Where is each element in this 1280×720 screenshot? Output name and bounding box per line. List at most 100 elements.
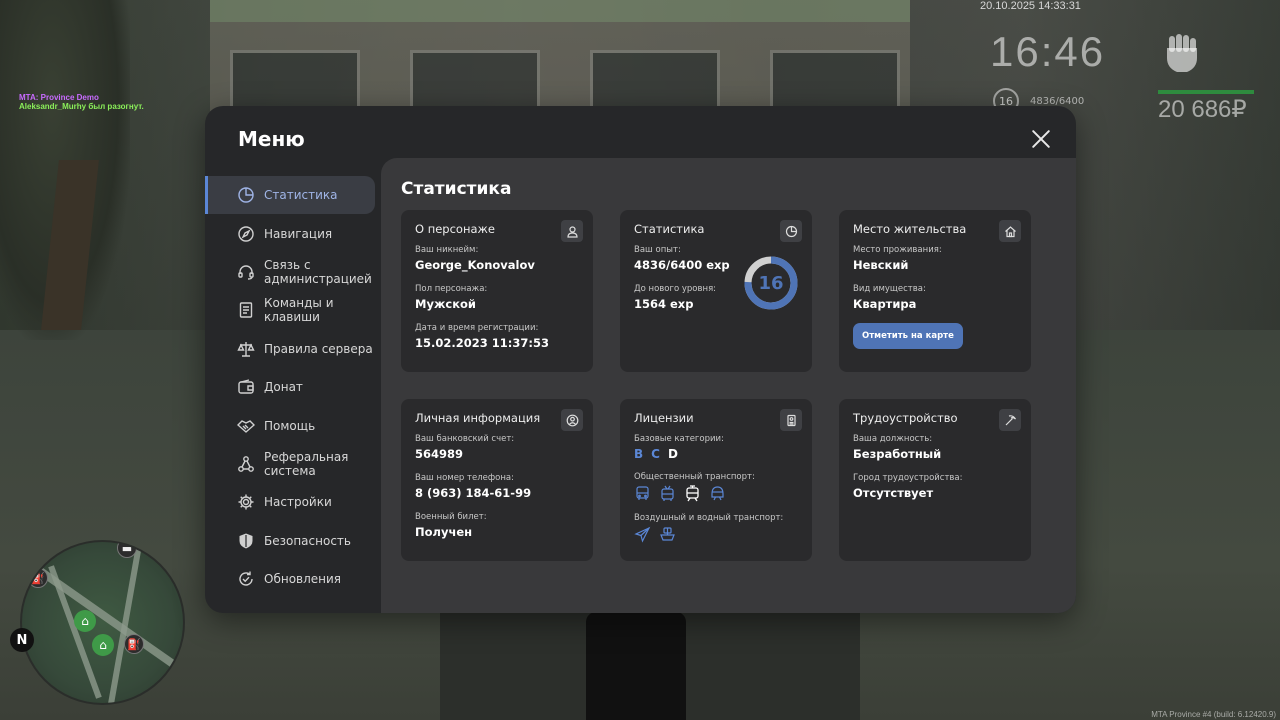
document-icon bbox=[237, 301, 255, 319]
hud-clock: 16:46 bbox=[990, 28, 1106, 75]
hud-datetime: 20.10.2025 14:33:31 bbox=[980, 0, 1081, 12]
background-window bbox=[410, 50, 540, 110]
handshake-icon bbox=[237, 417, 255, 435]
air-water-transport-icons bbox=[634, 526, 798, 543]
sidebar-item-label: Настройки bbox=[264, 495, 332, 510]
chat-line: MTA: Province Demo bbox=[19, 93, 99, 102]
sidebar-item-label: Безопасность bbox=[264, 533, 351, 548]
background-window bbox=[590, 50, 720, 110]
public-transport-label: Общественный транспорт: bbox=[634, 472, 755, 482]
sidebar-item-help[interactable]: Помощь bbox=[205, 406, 381, 444]
sidebar-item-donate[interactable]: Донат bbox=[205, 368, 381, 406]
headset-icon bbox=[237, 263, 255, 281]
background-window bbox=[770, 50, 900, 110]
card-title: Трудоустройство bbox=[853, 411, 958, 425]
property-label: Вид имущества: bbox=[853, 284, 926, 294]
house-icon bbox=[999, 220, 1021, 242]
phone-value: 8 (963) 184-61-99 bbox=[415, 486, 532, 500]
position-label: Ваша должность: bbox=[853, 434, 933, 444]
position-value: Безработный bbox=[853, 447, 942, 461]
fuel-icon: ⛽ bbox=[28, 568, 48, 588]
gear-icon bbox=[237, 493, 255, 511]
build-info: MTA Province #4 (build: 6.12420.9) bbox=[1151, 710, 1276, 719]
employment-city-value: Отсутствует bbox=[853, 486, 934, 500]
sidebar-item-label: Статистика bbox=[264, 188, 338, 203]
bank-account-label: Ваш банковский счет: bbox=[415, 434, 515, 444]
card-title: Личная информация bbox=[415, 411, 541, 425]
minimap-road bbox=[48, 565, 102, 699]
refresh-check-icon bbox=[237, 570, 255, 588]
license-category-d: D bbox=[667, 447, 678, 461]
wallet-icon bbox=[237, 378, 255, 396]
card-residence: Место жительства Место проживания: Невск… bbox=[839, 210, 1031, 372]
exp-label: Ваш опыт: bbox=[634, 245, 681, 255]
sidebar-item-label: Донат bbox=[264, 380, 303, 395]
military-id-value: Получен bbox=[415, 525, 473, 539]
sidebar-item-statistics[interactable]: Статистика bbox=[205, 176, 375, 215]
fuel-icon: ⛽ bbox=[124, 634, 144, 654]
pie-chart-icon bbox=[237, 186, 255, 204]
sidebar-item-label: Навигация bbox=[264, 226, 333, 241]
bank-account-value: 564989 bbox=[415, 447, 464, 461]
sidebar-item-label: Команды и клавиши bbox=[264, 296, 334, 325]
card-title: Статистика bbox=[634, 222, 705, 236]
content-title: Статистика bbox=[401, 179, 512, 199]
house-icon: ⌂ bbox=[92, 634, 114, 656]
registration-label: Дата и время регистрации: bbox=[415, 323, 539, 333]
phone-label: Ваш номер телефона: bbox=[415, 473, 514, 483]
sidebar-item-admin-contact[interactable]: Связь с администрацией bbox=[205, 253, 381, 291]
pie-chart-icon bbox=[780, 220, 802, 242]
user-circle-icon bbox=[561, 409, 583, 431]
hud-money: 20 686₽ bbox=[1158, 96, 1247, 123]
sidebar-item-updates[interactable]: Обновления bbox=[205, 560, 381, 598]
sidebar-item-security[interactable]: Безопасность bbox=[205, 522, 381, 560]
property-value: Квартира bbox=[853, 297, 917, 311]
license-category-b: B bbox=[634, 447, 644, 461]
gender-label: Пол персонажа: bbox=[415, 284, 488, 294]
level-progress-ring: 16 bbox=[743, 255, 799, 311]
tram-icon bbox=[684, 485, 701, 502]
minimap: ⌂ ⌂ ⛽ ⛽ ▬ bbox=[20, 540, 185, 705]
card-statistics: Статистика Ваш опыт: 4836/6400 exp До но… bbox=[620, 210, 812, 372]
base-categories-label: Базовые категории: bbox=[634, 434, 724, 444]
sidebar-item-label: Связь с администрацией bbox=[264, 257, 372, 286]
card-licenses: Лицензии Базовые категории: B C D Общест… bbox=[620, 399, 812, 561]
sidebar-item-commands[interactable]: Команды и клавиши bbox=[205, 291, 381, 329]
user-icon bbox=[561, 220, 583, 242]
chat-box: MTA: Province Demo Aleksandr_Murhy был р… bbox=[19, 93, 144, 111]
card-title: Место жительства bbox=[853, 222, 967, 236]
military-id-label: Военный билет: bbox=[415, 512, 487, 522]
card-employment: Трудоустройство Ваша должность: Безработ… bbox=[839, 399, 1031, 561]
employment-city-label: Город трудоустройства: bbox=[853, 473, 963, 483]
residence-value: Невский bbox=[853, 258, 909, 272]
id-card-icon bbox=[780, 409, 802, 431]
card-personal-info: Личная информация Ваш банковский счет: 5… bbox=[401, 399, 593, 561]
registration-value: 15.02.2023 11:37:53 bbox=[415, 336, 549, 350]
background-player-character bbox=[586, 612, 686, 720]
bus-icon bbox=[634, 485, 651, 502]
trolleybus-icon bbox=[659, 485, 676, 502]
fist-icon bbox=[1160, 32, 1200, 76]
nickname-label: Ваш никнейм: bbox=[415, 245, 479, 255]
sidebar-item-navigation[interactable]: Навигация bbox=[205, 214, 381, 252]
mark-on-map-button[interactable]: Отметить на карте bbox=[853, 323, 963, 349]
shield-icon bbox=[237, 532, 255, 550]
menu-window: Меню Статистика Навигация Связь с админи… bbox=[205, 106, 1076, 613]
content-panel: Статистика О персонаже Ваш никнейм: Geor… bbox=[381, 158, 1076, 613]
sidebar-item-settings[interactable]: Настройки bbox=[205, 483, 381, 521]
pickaxe-icon bbox=[999, 409, 1021, 431]
close-icon[interactable] bbox=[1028, 126, 1054, 152]
sidebar-item-referral[interactable]: Реферальная система bbox=[205, 445, 381, 483]
license-category-c: C bbox=[651, 447, 660, 461]
level-number: 16 bbox=[758, 272, 784, 294]
card-title: Лицензии bbox=[634, 411, 694, 425]
sidebar-item-label: Обновления bbox=[264, 572, 342, 587]
public-transport-icons bbox=[634, 485, 798, 502]
sidebar-item-rules[interactable]: Правила сервера bbox=[205, 330, 381, 368]
card-character: О персонаже Ваш никнейм: George_Konovalo… bbox=[401, 210, 593, 372]
residence-label: Место проживания: bbox=[853, 245, 942, 255]
chat-line: Aleksandr_Murhy был разогнут. bbox=[19, 102, 144, 111]
nickname-value: George_Konovalov bbox=[415, 258, 535, 272]
gender-value: Мужской bbox=[415, 297, 476, 311]
boat-icon bbox=[659, 526, 676, 543]
